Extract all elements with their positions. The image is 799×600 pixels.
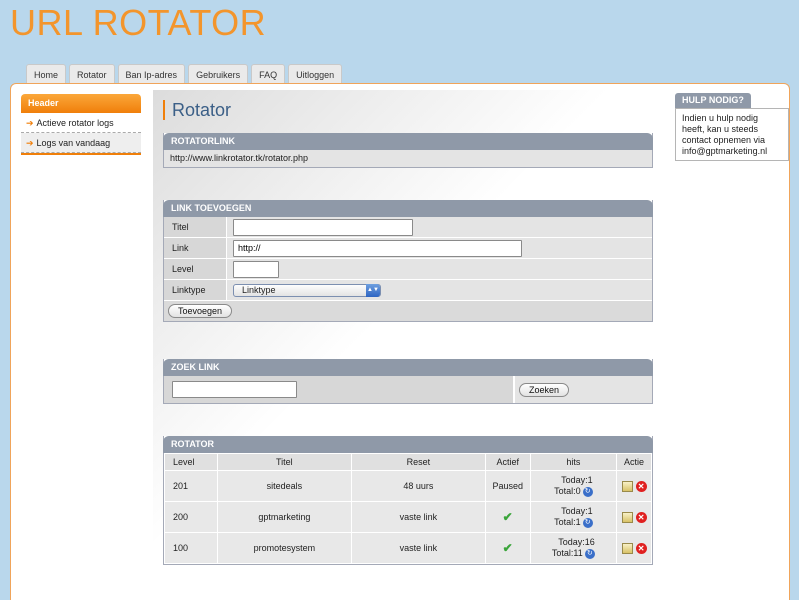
search-input[interactable] — [172, 381, 297, 398]
sidebar-item-actieve-logs[interactable]: ➔ Actieve rotator logs — [21, 113, 141, 133]
add-link-box: LINK TOEVOEGEN Titel Link Level Linktype… — [163, 200, 653, 322]
titel-input[interactable] — [233, 218, 413, 236]
search-row: Zoeken — [164, 376, 652, 403]
edit-icon[interactable] — [621, 511, 633, 523]
hits-total: Total:11 — [551, 548, 583, 558]
col-level: Level — [164, 453, 218, 471]
sidebar-divider — [21, 153, 141, 155]
hits-today: Today:1 — [561, 475, 593, 485]
rotatorlink-url: http://www.linkrotator.tk/rotator.php — [164, 150, 652, 167]
nav-ban-ip[interactable]: Ban Ip-adres — [117, 64, 186, 84]
edit-icon[interactable] — [621, 480, 633, 492]
cell-actief: ✔ — [484, 501, 531, 533]
cell-hits: Today:1 Total:1 ↻ — [529, 501, 618, 533]
help-header: HULP NODIG? — [675, 93, 751, 108]
sidebar-item-logs-vandaag[interactable]: ➔ Logs van vandaag — [21, 133, 141, 153]
level-row: Level — [164, 259, 652, 280]
delete-icon[interactable]: ✕ — [635, 480, 647, 492]
nav-home[interactable]: Home — [26, 64, 67, 84]
cell-actief: Paused — [484, 470, 531, 502]
help-panel: HULP NODIG? Indien u hulp nodig heeft, k… — [675, 93, 789, 161]
cell-hits: Today:1 Total:0 ↻ — [529, 470, 618, 502]
refresh-icon[interactable]: ↻ — [582, 517, 593, 528]
add-actions: Toevoegen — [164, 301, 652, 321]
table-row: 200 gptmarketing vaste link ✔ Today:1 Tot… — [164, 501, 652, 533]
page-title: Rotator — [163, 100, 231, 120]
cell-actief: ✔ — [484, 532, 531, 564]
delete-icon[interactable]: ✕ — [635, 511, 647, 523]
titel-label: Titel — [164, 217, 227, 237]
rotatorlink-header: ROTATORLINK — [163, 133, 653, 150]
refresh-icon[interactable]: ↻ — [582, 486, 593, 497]
table-row: 201 sitedeals 48 uurs Paused Today:1 Tota… — [164, 470, 652, 502]
cell-actie: ✕ — [616, 501, 652, 533]
col-titel: Titel — [216, 453, 352, 471]
edit-icon[interactable] — [621, 542, 633, 554]
cell-level: 201 — [164, 470, 218, 502]
nav-rotator[interactable]: Rotator — [69, 64, 115, 84]
sidebar-item-label: Actieve rotator logs — [36, 118, 114, 128]
zoeken-button[interactable]: Zoeken — [519, 382, 570, 397]
arrow-right-icon: ➔ — [26, 118, 34, 128]
table-row: 100 promotesystem vaste link ✔ Today:16 T… — [164, 532, 652, 564]
rotator-table-header: ROTATOR — [163, 436, 653, 453]
link-input[interactable] — [233, 239, 522, 257]
hits-today: Today:16 — [558, 537, 595, 547]
hits-total: Total:0 — [554, 486, 581, 496]
link-row: Link — [164, 238, 652, 259]
nav-faq[interactable]: FAQ — [251, 64, 286, 84]
table-header-row: Level Titel Reset Actief hits Actie — [164, 453, 652, 471]
arrow-right-icon: ➔ — [26, 138, 34, 148]
linktype-label: Linktype — [164, 280, 227, 300]
toevoegen-button[interactable]: Toevoegen — [168, 304, 233, 318]
help-text: Indien u hulp nodig heeft, kan u steeds … — [675, 108, 789, 161]
cell-actie: ✕ — [616, 470, 652, 502]
add-link-header: LINK TOEVOEGEN — [163, 200, 653, 217]
linktype-row: Linktype Linktype ▲▼ — [164, 280, 652, 301]
link-label: Link — [164, 238, 227, 258]
main-nav: Home Rotator Ban Ip-adres Gebruikers FAQ… — [26, 64, 343, 84]
rotator-table-box: ROTATOR Level Titel Reset Actief hits Ac… — [163, 436, 653, 565]
nav-uitloggen[interactable]: Uitloggen — [288, 64, 343, 84]
col-actief: Actief — [484, 453, 531, 471]
cell-reset: vaste link — [350, 501, 486, 533]
checkmark-icon: ✔ — [502, 541, 513, 555]
col-hits: hits — [529, 453, 618, 471]
cell-titel: gptmarketing — [216, 501, 352, 533]
rotator-table: Level Titel Reset Actief hits Actie 201 … — [164, 453, 652, 564]
refresh-icon[interactable]: ↻ — [584, 548, 595, 559]
search-box: ZOEK LINK Zoeken — [163, 359, 653, 404]
cell-titel: sitedeals — [216, 470, 352, 502]
cell-level: 200 — [164, 501, 218, 533]
cell-titel: promotesystem — [216, 532, 352, 564]
checkmark-icon: ✔ — [502, 510, 513, 524]
col-reset: Reset — [350, 453, 486, 471]
sidebar-header: Header — [21, 94, 141, 113]
delete-icon[interactable]: ✕ — [635, 542, 647, 554]
select-arrows-icon: ▲▼ — [366, 283, 380, 297]
cell-level: 100 — [164, 532, 218, 564]
rotatorlink-box: ROTATORLINK http://www.linkrotator.tk/ro… — [163, 133, 653, 168]
content-area: Rotator ROTATORLINK http://www.linkrotat… — [153, 90, 658, 600]
search-header: ZOEK LINK — [163, 359, 653, 376]
cell-reset: 48 uurs — [350, 470, 486, 502]
col-actie: Actie — [616, 453, 652, 471]
main-frame: Header ➔ Actieve rotator logs ➔ Logs van v… — [10, 83, 790, 600]
linktype-select[interactable]: Linktype ▲▼ — [233, 283, 381, 297]
hits-total: Total:1 — [554, 517, 581, 527]
linktype-selected: Linktype — [242, 284, 276, 295]
sidebar-item-label: Logs van vandaag — [36, 138, 111, 148]
level-label: Level — [164, 259, 227, 279]
sidebar: Header ➔ Actieve rotator logs ➔ Logs van v… — [21, 94, 141, 155]
hits-today: Today:1 — [561, 506, 593, 516]
app-logo: URL ROTATOR — [10, 2, 267, 43]
nav-gebruikers[interactable]: Gebruikers — [188, 64, 249, 84]
level-input[interactable] — [233, 260, 279, 278]
cell-reset: vaste link — [350, 532, 486, 564]
cell-hits: Today:16 Total:11 ↻ — [529, 532, 618, 564]
titel-row: Titel — [164, 217, 652, 238]
cell-actie: ✕ — [616, 532, 652, 564]
